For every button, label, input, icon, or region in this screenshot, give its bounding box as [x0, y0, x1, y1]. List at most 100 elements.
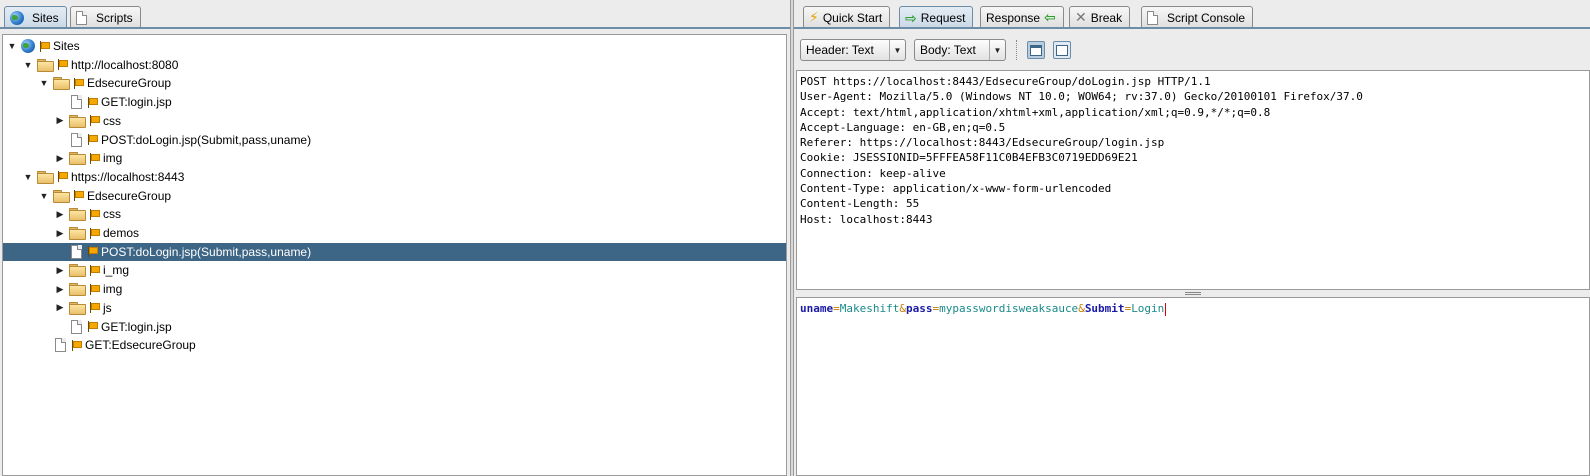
page-icon	[71, 319, 82, 334]
split-vertical-layout-button[interactable]	[1053, 41, 1071, 59]
tree-node[interactable]: GET:login.jsp	[3, 318, 786, 336]
globe-icon	[10, 11, 24, 25]
chevron-down-icon: ▼	[889, 40, 905, 60]
tab-sites-label: Sites	[32, 11, 59, 25]
left-tab-bar: Sites Scripts	[0, 0, 790, 29]
flag-icon	[87, 246, 98, 258]
param-value: Makeshift	[839, 302, 900, 315]
tree-node[interactable]: GET:EdsecureGroup	[3, 336, 786, 354]
tab-response[interactable]: Response ⇦	[980, 6, 1064, 28]
tree-node[interactable]: ▶ demos	[3, 224, 786, 242]
tree-node-label: css	[103, 207, 121, 222]
arrow-left-icon: ⇦	[1044, 9, 1056, 25]
expand-right-icon[interactable]: ▶	[55, 228, 65, 238]
tab-scripts-label: Scripts	[96, 10, 133, 25]
split-horizontal-layout-button[interactable]	[1027, 41, 1045, 59]
tree-node[interactable]: ▶ css	[3, 205, 786, 223]
tab-break[interactable]: ✕ Break	[1069, 6, 1131, 28]
tree-node[interactable]: ▼ https://localhost:8443	[3, 168, 786, 186]
page-icon	[71, 132, 82, 147]
tree-node-label: EdsecureGroup	[87, 188, 172, 203]
flag-icon	[73, 77, 84, 89]
flag-icon	[87, 321, 98, 332]
tree-node[interactable]: ▶ img	[3, 149, 786, 167]
tree-node-label: GET:EdsecureGroup	[85, 338, 196, 353]
expand-down-icon[interactable]: ▼	[7, 41, 17, 51]
expand-down-icon[interactable]: ▼	[23, 60, 33, 70]
tab-script-console-label: Script Console	[1167, 10, 1246, 25]
param-separator: &	[899, 302, 906, 315]
tree-node-label: POST:doLogin.jsp(Submit,pass,uname)	[101, 244, 312, 259]
tree-node[interactable]: GET:login.jsp	[3, 93, 786, 111]
tab-script-console[interactable]: Script Console	[1141, 6, 1254, 28]
flag-icon	[89, 115, 100, 127]
flag-icon	[71, 339, 82, 351]
tree-node[interactable]: ▶ img	[3, 280, 786, 298]
tab-quick-start-label: Quick Start	[822, 10, 883, 25]
param-value: Login	[1131, 302, 1165, 315]
script-icon	[1147, 10, 1158, 25]
request-header-textarea[interactable]: POST https://localhost:8443/EdsecureGrou…	[796, 70, 1590, 290]
tab-scripts[interactable]: Scripts	[70, 6, 141, 28]
arrow-right-icon: ⇨	[905, 9, 917, 26]
header-format-select[interactable]: Header: Text ▼	[800, 39, 906, 61]
folder-icon	[37, 58, 54, 72]
folder-icon	[69, 208, 86, 222]
request-toolbar: Header: Text ▼ Body: Text ▼	[794, 34, 1590, 66]
expand-right-icon[interactable]: ▶	[55, 209, 65, 219]
request-body-textarea[interactable]: uname=Makeshift&pass=mypasswordisweaksau…	[796, 297, 1590, 476]
tab-sites[interactable]: Sites	[4, 6, 67, 29]
flag-icon	[89, 264, 100, 276]
page-icon	[71, 95, 82, 110]
tree-node[interactable]: ▼ Sites	[3, 37, 786, 55]
expand-right-icon[interactable]: ▶	[55, 284, 65, 294]
tab-request[interactable]: ⇨ Request	[899, 6, 974, 29]
globe-icon	[21, 39, 35, 53]
header-body-splitter[interactable]	[796, 291, 1590, 296]
expand-down-icon[interactable]: ▼	[39, 191, 49, 201]
flag-icon	[89, 208, 100, 220]
tree-node[interactable]: ▶ js	[3, 299, 786, 317]
tree-node-label: GET:login.jsp	[101, 95, 172, 110]
param-key: uname	[800, 302, 834, 315]
sites-tree[interactable]: ▼ Sites ▼ http://localhost:8080 ▼ EdsecureGro…	[2, 34, 787, 476]
tree-node-label: demos	[103, 226, 140, 240]
tab-request-label: Request	[920, 11, 966, 25]
tree-node[interactable]: POST:doLogin.jsp(Submit,pass,uname)	[3, 131, 786, 149]
tree-node[interactable]: ▶ css	[3, 112, 786, 130]
chevron-down-icon: ▼	[989, 40, 1005, 60]
folder-icon	[69, 227, 86, 240]
flag-icon	[87, 96, 98, 108]
tree-node[interactable]: POST:doLogin.jsp(Submit,pass,uname)	[3, 242, 786, 261]
tree-node-label: Sites	[53, 39, 80, 53]
tree-node-label: http://localhost:8080	[71, 57, 179, 72]
expand-right-icon[interactable]: ▶	[55, 265, 65, 275]
break-icon: ✕	[1075, 9, 1087, 25]
tree-node[interactable]: ▼ http://localhost:8080	[3, 56, 786, 74]
expand-down-icon[interactable]: ▼	[23, 172, 33, 182]
param-key: Submit	[1084, 302, 1125, 315]
param-value: mypasswordisweaksauce	[939, 302, 1079, 315]
tab-underline	[794, 27, 1590, 29]
tree-node-label: POST:doLogin.jsp(Submit,pass,uname)	[101, 132, 312, 147]
tree-node[interactable]: ▼ EdsecureGroup	[3, 187, 786, 205]
tree-node-label: https://localhost:8443	[71, 169, 185, 184]
folder-icon	[69, 264, 86, 278]
folder-icon	[69, 152, 86, 166]
tree-node[interactable]: ▼ EdsecureGroup	[3, 74, 786, 92]
expand-right-icon[interactable]: ▶	[55, 115, 65, 126]
tab-quick-start[interactable]: ⚡ Quick Start	[803, 6, 891, 28]
expand-down-icon[interactable]: ▼	[39, 78, 49, 88]
lightning-icon: ⚡	[809, 9, 819, 25]
param-equals: =	[833, 302, 840, 315]
body-format-select[interactable]: Body: Text ▼	[914, 39, 1006, 61]
expand-right-icon[interactable]: ▶	[55, 302, 65, 313]
expand-right-icon[interactable]: ▶	[55, 153, 65, 163]
tree-node[interactable]: ▶ i_mg	[3, 261, 786, 279]
grip-icon	[1185, 292, 1201, 295]
tree-node-label: GET:login.jsp	[101, 319, 172, 334]
sites-panel: Sites Scripts ▼ Sites ▼ http://localhost:80…	[0, 0, 790, 476]
